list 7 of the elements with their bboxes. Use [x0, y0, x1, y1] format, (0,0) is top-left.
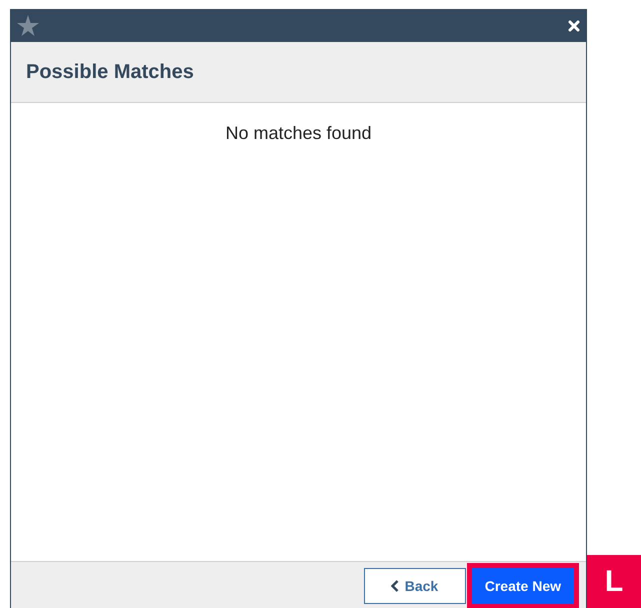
chevron-left-icon	[390, 580, 399, 592]
empty-message: No matches found	[225, 123, 372, 145]
star-icon	[15, 14, 41, 38]
close-icon[interactable]	[568, 20, 580, 32]
dialog-title: Possible Matches	[26, 60, 194, 84]
back-button[interactable]: Back	[364, 568, 466, 604]
annotation-badge: L	[587, 555, 641, 608]
